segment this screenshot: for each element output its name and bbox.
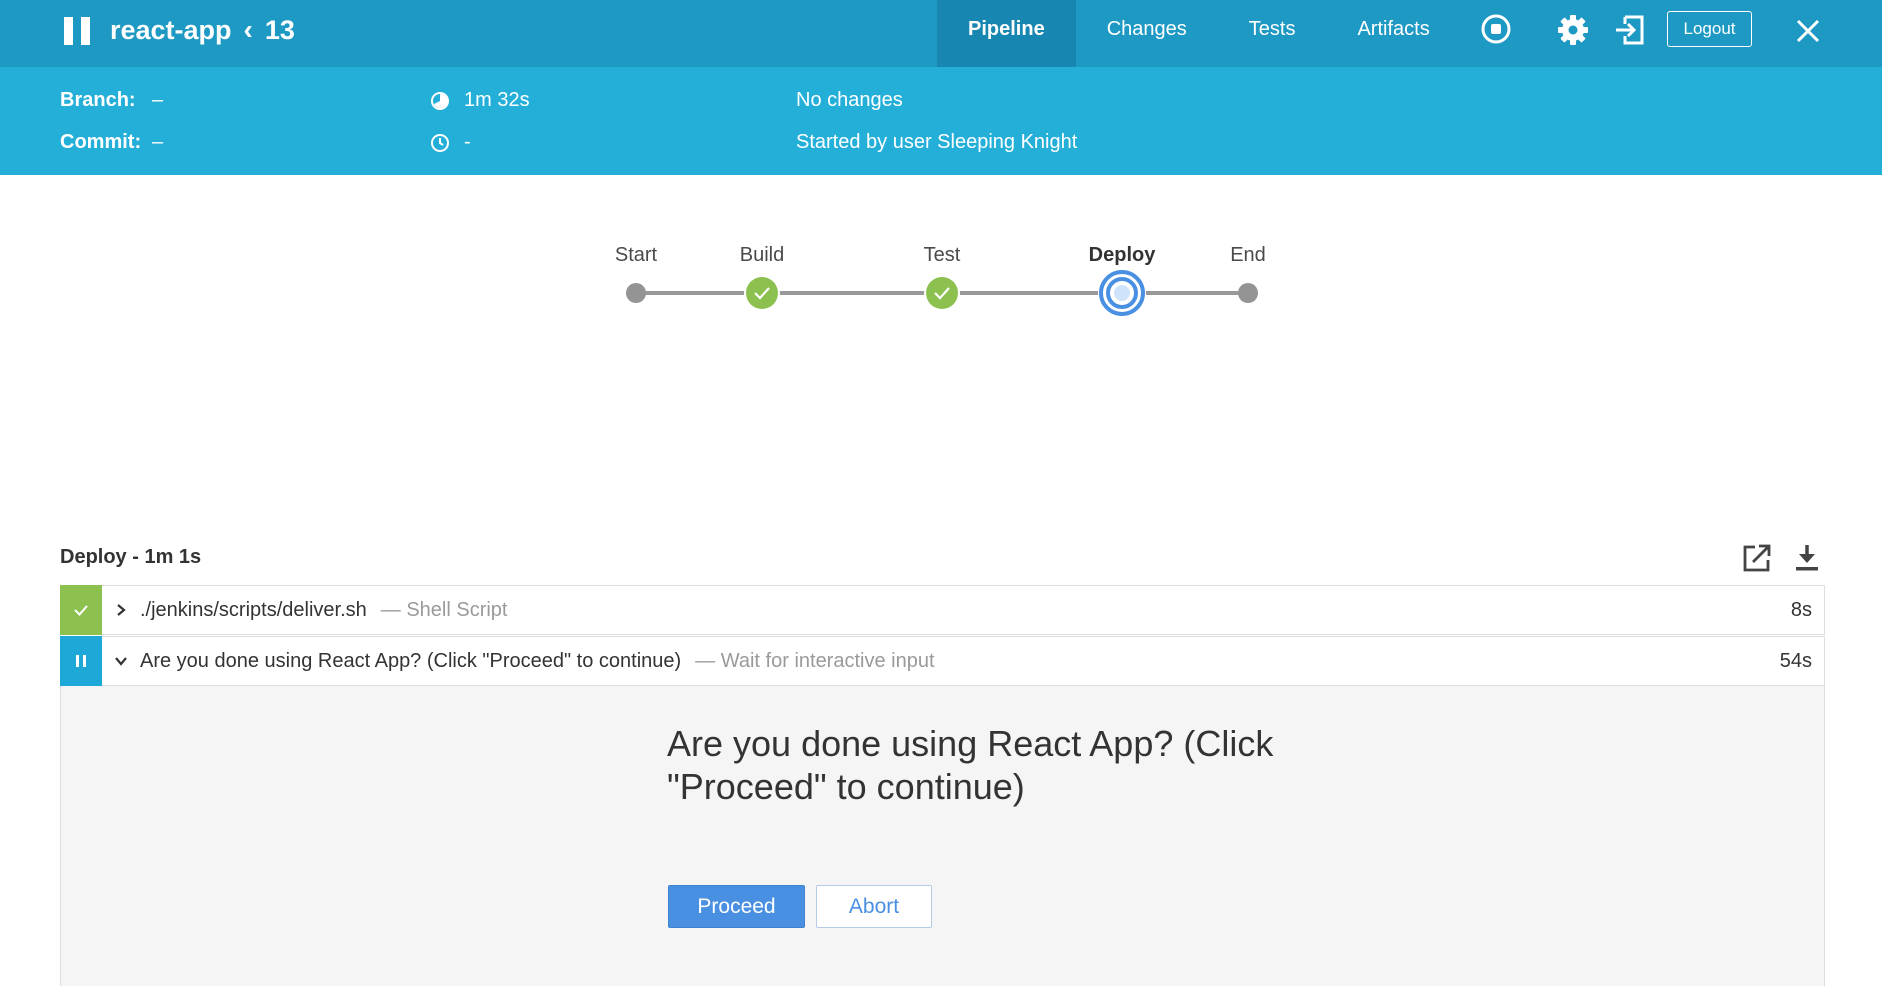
tab-changes[interactable]: Changes: [1076, 0, 1218, 67]
close-icon[interactable]: [1792, 15, 1824, 47]
chevron-left-icon: ‹: [243, 14, 253, 45]
gear-icon[interactable]: [1557, 14, 1589, 46]
started-by-text: Started by user Sleeping Knight: [796, 131, 1078, 153]
step-status-paused: [60, 636, 102, 686]
abort-button[interactable]: Abort: [816, 885, 932, 928]
step-type: — Shell Script: [380, 598, 508, 621]
stage-label-build[interactable]: Build: [740, 244, 784, 267]
pause-icon: [64, 17, 90, 45]
panel-title: Deploy - 1m 1s: [60, 546, 202, 568]
branch-value: –: [152, 89, 164, 111]
check-icon: [74, 605, 88, 616]
logout-button[interactable]: Logout: [1667, 11, 1752, 47]
clock-icon: [430, 133, 450, 153]
stage-label-end: End: [1230, 244, 1266, 266]
pause-small-icon: [76, 655, 86, 667]
chevron-right-icon[interactable]: [102, 603, 140, 617]
proceed-button[interactable]: Proceed: [668, 885, 805, 928]
stage-node-end: [1238, 283, 1258, 303]
step-status-success: [60, 585, 102, 635]
stage-node-test: [924, 275, 960, 311]
app-name[interactable]: react-app: [110, 15, 232, 46]
pipeline-track: [626, 269, 1258, 317]
stage-node-deploy: [1098, 269, 1146, 317]
input-request-area: Are you done using React App? (Click "Pr…: [60, 686, 1825, 986]
step-duration: 8s: [1790, 598, 1812, 621]
stage-label-start: Start: [614, 244, 658, 266]
chevron-down-icon[interactable]: [102, 654, 140, 668]
step-row-deliver[interactable]: ./jenkins/scripts/deliver.sh — Shell Scr…: [60, 585, 1825, 635]
step-duration: 54s: [1779, 649, 1812, 672]
exit-icon[interactable]: [1614, 14, 1646, 46]
duration-icon: [430, 91, 450, 111]
tab-pipeline[interactable]: Pipeline: [937, 0, 1076, 67]
step-type: — Wait for interactive input: [695, 649, 935, 672]
step-row-input[interactable]: Are you done using React App? (Click "Pr…: [60, 636, 1825, 686]
run-info-bar: Branch: – Commit: – 1m 32s - No changes …: [0, 67, 1882, 175]
nav-tabs: Pipeline Changes Tests Artifacts: [937, 0, 1461, 67]
run-title: react-app ‹ 13: [110, 14, 295, 46]
input-prompt: Are you done using React App? (Click "Pr…: [667, 723, 1274, 807]
stage-node-build: [744, 275, 780, 311]
stage-node-start: [626, 283, 646, 303]
stop-icon[interactable]: [1480, 13, 1512, 45]
download-icon[interactable]: [1791, 542, 1823, 574]
duration-value: 1m 32s: [464, 89, 530, 111]
step-text: Are you done using React App? (Click "Pr…: [140, 649, 682, 672]
stage-label-deploy[interactable]: Deploy: [1089, 244, 1156, 267]
time-value: -: [464, 131, 471, 153]
open-external-icon[interactable]: [1741, 542, 1773, 574]
step-text: ./jenkins/scripts/deliver.sh: [140, 598, 367, 621]
changes-text: No changes: [796, 89, 903, 111]
run-number: 13: [264, 14, 295, 45]
tab-tests[interactable]: Tests: [1218, 0, 1327, 67]
stage-label-test[interactable]: Test: [924, 244, 961, 267]
commit-label: Commit:: [60, 131, 142, 153]
tab-artifacts[interactable]: Artifacts: [1326, 0, 1460, 67]
branch-label: Branch:: [60, 89, 136, 111]
commit-value: –: [152, 131, 164, 153]
top-bar: react-app ‹ 13 Pipeline Changes Tests Ar…: [0, 0, 1882, 67]
